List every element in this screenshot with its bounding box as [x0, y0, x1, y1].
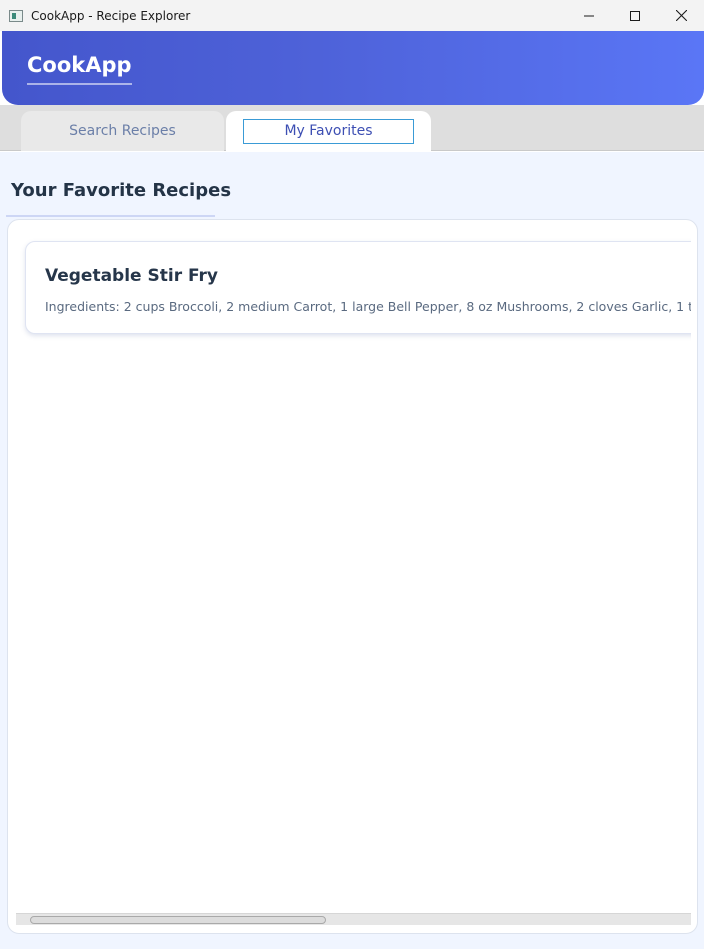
- brand-logo: CookApp: [27, 53, 132, 85]
- focus-ring: My Favorites: [243, 118, 414, 144]
- horizontal-scrollbar[interactable]: [16, 913, 691, 925]
- window-title: CookApp - Recipe Explorer: [31, 8, 191, 23]
- tab-strip: Search Recipes My Favorites: [0, 105, 704, 151]
- recipe-card[interactable]: Vegetable Stir Fry Ingredients: 2 cups B…: [25, 241, 691, 334]
- window-titlebar: CookApp - Recipe Explorer: [0, 0, 704, 31]
- close-icon: [675, 10, 687, 21]
- tab-search-recipes[interactable]: Search Recipes: [21, 111, 224, 151]
- list-viewport: Vegetable Stir Fry Ingredients: 2 cups B…: [8, 220, 691, 920]
- minimize-button[interactable]: [566, 0, 612, 31]
- minimize-icon: [584, 15, 594, 16]
- section-title: Your Favorite Recipes: [11, 180, 232, 201]
- section-underline: [6, 215, 215, 217]
- scrollbar-thumb[interactable]: [30, 916, 326, 924]
- recipe-ingredients: Ingredients: 2 cups Broccoli, 2 medium C…: [45, 299, 691, 314]
- tab-label: Search Recipes: [69, 123, 176, 139]
- tab-my-favorites[interactable]: My Favorites: [226, 111, 431, 151]
- window-controls: [566, 0, 704, 31]
- favorites-list[interactable]: Vegetable Stir Fry Ingredients: 2 cups B…: [7, 219, 698, 934]
- app-icon: [9, 9, 23, 22]
- maximize-icon: [630, 10, 640, 21]
- recipe-name: Vegetable Stir Fry: [45, 266, 218, 286]
- close-button[interactable]: [658, 0, 704, 31]
- app-header: CookApp: [2, 31, 704, 105]
- tab-label: My Favorites: [284, 123, 373, 139]
- maximize-button[interactable]: [612, 0, 658, 31]
- favorites-panel: Your Favorite Recipes Vegetable Stir Fry…: [0, 152, 704, 949]
